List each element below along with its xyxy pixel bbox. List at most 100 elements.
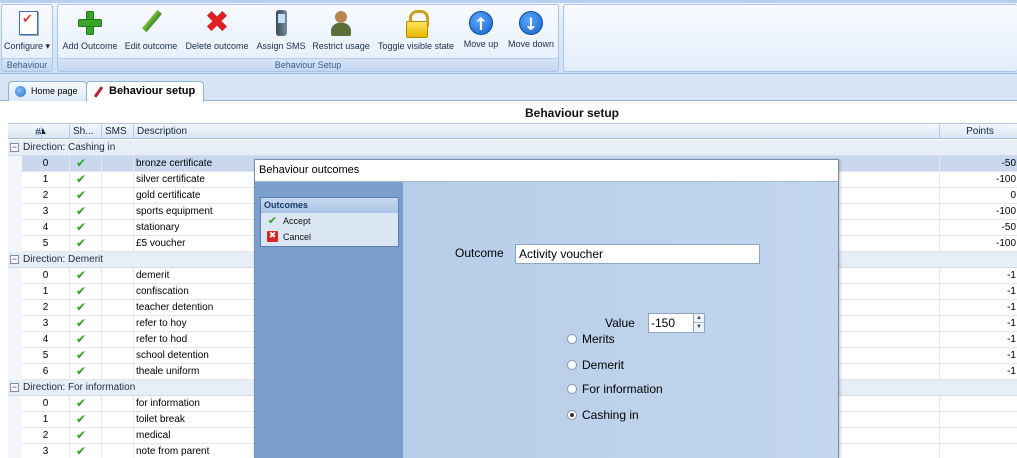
collapse-toggle-icon[interactable]: − <box>10 255 19 264</box>
group-label: Direction: Cashing in <box>23 142 116 153</box>
radio-button-icon[interactable] <box>567 410 577 420</box>
collapse-toggle-icon[interactable]: − <box>10 143 19 152</box>
value-input[interactable] <box>648 313 694 333</box>
cancel-label: Cancel <box>283 232 312 242</box>
row-points: -50 <box>1001 222 1016 233</box>
row-number: 1 <box>22 284 70 300</box>
radio-label: Merits <box>582 332 615 346</box>
collapse-toggle-icon[interactable]: − <box>10 383 19 392</box>
behaviour-outcomes-dialog: Behaviour outcomes Outcomes ✔ Accept ✖ C… <box>254 159 839 458</box>
move-down-label: Move down <box>507 39 555 49</box>
outcome-input[interactable] <box>515 244 760 264</box>
row-number: 3 <box>22 444 70 458</box>
row-indent <box>8 188 22 204</box>
row-points: -1 <box>1007 286 1016 297</box>
nav-header: Outcomes <box>261 198 398 213</box>
shown-check-icon: ✔ <box>70 428 102 444</box>
accept-button[interactable]: ✔ Accept <box>261 213 398 229</box>
row-indent <box>8 316 22 332</box>
group-row[interactable]: − Direction: Cashing in <box>8 140 1017 156</box>
row-points <box>940 396 1017 412</box>
edit-outcome-label: Edit outcome <box>124 41 178 51</box>
assign-sms-button[interactable]: Assign SMS <box>255 7 307 57</box>
accept-label: Accept <box>283 216 311 226</box>
tab-label: Home page <box>31 86 78 96</box>
assign-sms-label: Assign SMS <box>256 41 306 51</box>
row-number: 0 <box>22 396 70 412</box>
shown-check-icon: ✔ <box>70 396 102 412</box>
row-points: -1 <box>1007 366 1016 377</box>
row-indent <box>8 332 22 348</box>
col-header-num[interactable]: # ▲ <box>8 125 70 140</box>
group-label: Direction: Demerit <box>23 254 104 265</box>
row-indent <box>8 348 22 364</box>
shown-check-icon: ✔ <box>70 444 102 458</box>
row-number: 1 <box>22 172 70 188</box>
shown-check-icon: ✔ <box>70 364 102 380</box>
row-indent <box>8 364 22 380</box>
radio-label: For information <box>582 382 663 396</box>
shown-check-icon: ✔ <box>70 316 102 332</box>
radio-button-icon[interactable] <box>567 334 577 344</box>
cancel-button[interactable]: ✖ Cancel <box>261 229 398 245</box>
radio-option[interactable]: For information <box>567 380 663 398</box>
spin-down-icon[interactable]: ▼ <box>694 323 704 332</box>
tab-behaviour-setup[interactable]: Behaviour setup <box>86 81 205 102</box>
delete-outcome-button[interactable]: ✖ Delete outcome <box>184 7 250 57</box>
row-number: 0 <box>22 156 70 172</box>
row-indent <box>8 220 22 236</box>
sms-cell <box>102 236 134 252</box>
restrict-usage-button[interactable]: Restrict usage <box>312 7 370 57</box>
group-label: Direction: For information <box>23 382 136 393</box>
ribbon-empty-area <box>563 4 1017 72</box>
row-indent <box>8 156 22 172</box>
edit-outcome-button[interactable]: Edit outcome <box>123 7 179 57</box>
row-points: -1 <box>1007 318 1016 329</box>
shown-check-icon: ✔ <box>70 156 102 172</box>
home-icon <box>15 86 26 97</box>
radio-option[interactable]: Cashing in <box>567 406 639 424</box>
sms-cell <box>102 428 134 444</box>
shown-check-icon: ✔ <box>70 172 102 188</box>
page-title: Behaviour setup <box>524 106 620 120</box>
move-up-button[interactable]: ↑ Move up <box>461 7 501 57</box>
restrict-usage-label: Restrict usage <box>312 41 370 51</box>
col-header-shown[interactable]: Sh... <box>70 125 102 139</box>
ribbon-group-label: Behaviour Setup <box>58 58 558 71</box>
shown-check-icon: ✔ <box>70 284 102 300</box>
delete-icon: ✖ <box>204 5 230 40</box>
value-spinner[interactable]: ▲ ▼ <box>693 313 705 333</box>
row-points: -1 <box>1007 350 1016 361</box>
row-indent <box>8 236 22 252</box>
row-number: 2 <box>22 428 70 444</box>
add-outcome-button[interactable]: Add Outcome <box>61 7 119 57</box>
row-number: 4 <box>22 332 70 348</box>
radio-option[interactable]: Merits <box>567 330 615 348</box>
arrow-down-icon: ↓ <box>519 11 543 35</box>
tab-bar: Home page Behaviour setup <box>0 74 1017 102</box>
ribbon-group-setup: Add Outcome Edit outcome ✖ Delete outcom… <box>57 4 559 72</box>
spin-up-icon[interactable]: ▲ <box>694 314 704 323</box>
sms-cell <box>102 412 134 428</box>
outcomes-nav: Outcomes ✔ Accept ✖ Cancel <box>260 197 399 247</box>
move-down-button[interactable]: ↓ Move down <box>506 7 556 57</box>
radio-button-icon[interactable] <box>567 360 577 370</box>
row-indent <box>8 268 22 284</box>
toggle-visible-button[interactable]: Toggle visible state <box>378 7 454 57</box>
row-number: 5 <box>22 236 70 252</box>
sms-cell <box>102 348 134 364</box>
col-header-points[interactable]: Points <box>940 125 1017 139</box>
configure-button[interactable]: Configure ▾ <box>2 7 52 57</box>
shown-check-icon: ✔ <box>70 348 102 364</box>
tab-label: Behaviour setup <box>109 85 196 97</box>
value-label: Value <box>605 316 635 330</box>
tab-home-page[interactable]: Home page <box>8 81 87 101</box>
shown-check-icon: ✔ <box>70 236 102 252</box>
pencil-icon <box>137 9 165 37</box>
shown-check-icon: ✔ <box>70 300 102 316</box>
col-header-sms[interactable]: SMS <box>102 125 134 139</box>
radio-button-icon[interactable] <box>567 384 577 394</box>
radio-option[interactable]: Demerit <box>567 356 624 374</box>
col-header-description[interactable]: Description <box>134 125 940 139</box>
configure-icon <box>13 9 41 37</box>
